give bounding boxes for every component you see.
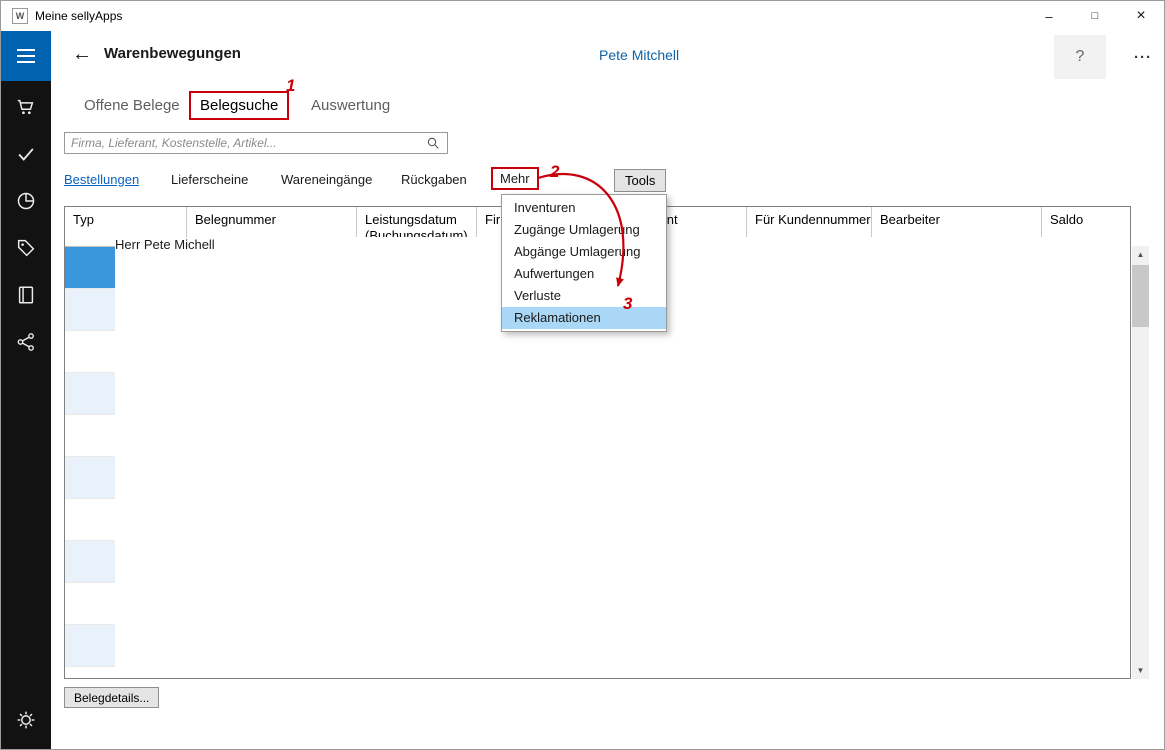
- minimize-button[interactable]: –: [1026, 1, 1072, 31]
- minimize-icon: –: [1045, 9, 1052, 24]
- hamburger-menu-button[interactable]: [1, 31, 51, 81]
- page-title: Warenbewegungen: [104, 45, 241, 62]
- sidebar-item-checkmark[interactable]: [1, 130, 51, 177]
- filter-tab[interactable]: Bestellungen: [64, 172, 139, 187]
- tab[interactable]: Offene Belege: [84, 97, 180, 114]
- close-icon: ×: [1136, 7, 1145, 25]
- price-tag-icon: [15, 237, 37, 259]
- document-type-filter-row: Bestellungen Lieferscheine Wareneingänge…: [51, 169, 1164, 197]
- help-button[interactable]: ?: [1054, 35, 1106, 79]
- cart-icon: [15, 96, 37, 118]
- maximize-button[interactable]: □: [1072, 1, 1118, 31]
- network-icon: [15, 331, 37, 353]
- table-row[interactable]: Bestellung 22188838 lt. Lieferrhythmus s…: [65, 667, 1130, 679]
- titlebar: W Meine sellyApps – □ ×: [1, 1, 1164, 31]
- app-icon: W: [12, 8, 28, 24]
- filter-tab[interactable]: Wareneingänge: [281, 172, 372, 187]
- search-icon[interactable]: [425, 135, 443, 153]
- tab[interactable]: Auswertung: [311, 97, 390, 114]
- menu-item[interactable]: Aufwertungen: [502, 263, 666, 285]
- more-options-button[interactable]: ···: [1119, 35, 1165, 79]
- tools-button[interactable]: Tools: [614, 169, 666, 192]
- filter-tab[interactable]: Rückgaben: [401, 172, 467, 187]
- menu-item[interactable]: Zugänge Umlagerung: [502, 219, 666, 241]
- book-icon: [15, 284, 37, 306]
- annotation-step-2: 2: [550, 162, 559, 182]
- menu-item[interactable]: Verluste: [502, 285, 666, 307]
- main-content: ← Warenbewegungen Pete Mitchell ? ··· Of…: [51, 31, 1164, 749]
- close-button[interactable]: ×: [1118, 1, 1164, 31]
- scroll-up-button[interactable]: ▲: [1132, 246, 1149, 263]
- scroll-down-button[interactable]: ▼: [1132, 662, 1149, 679]
- maximize-icon: □: [1092, 10, 1099, 22]
- annotation-step-1: 1: [286, 76, 295, 96]
- sidebar-item-price-tag[interactable]: [1, 224, 51, 271]
- vertical-scrollbar[interactable]: ▲ ▼: [1132, 246, 1149, 679]
- tab[interactable]: Belegsuche: [189, 91, 289, 120]
- window-title: Meine sellyApps: [35, 1, 122, 31]
- mehr-dropdown-menu: Inventuren Zugänge Umlagerung Abgänge Um…: [501, 194, 667, 332]
- sidebar-item-network[interactable]: [1, 318, 51, 365]
- window-controls: – □ ×: [1026, 1, 1164, 31]
- hamburger-icon: [17, 49, 35, 51]
- sidebar-item-cart[interactable]: [1, 83, 51, 130]
- sidebar-nav: [1, 83, 51, 365]
- filter-tab[interactable]: Mehr: [491, 167, 539, 190]
- search-input[interactable]: [64, 132, 448, 154]
- user-name[interactable]: Pete Mitchell: [599, 47, 679, 63]
- pie-chart-icon: [15, 190, 37, 212]
- filter-tab[interactable]: Lieferscheine: [171, 172, 248, 187]
- sidebar: [1, 31, 51, 749]
- menu-item[interactable]: Inventuren: [502, 197, 666, 219]
- sidebar-item-book[interactable]: [1, 271, 51, 318]
- cell-bearbeiter: Herr Pete Michell: [872, 667, 1042, 679]
- menu-item[interactable]: Abgänge Umlagerung: [502, 241, 666, 263]
- menu-item[interactable]: Reklamationen: [502, 307, 666, 329]
- annotation-step-3: 3: [623, 294, 632, 314]
- pivot-tabs: Offene Belege Belegsuche Auswertung: [51, 91, 1164, 125]
- sidebar-item-pie-chart[interactable]: [1, 177, 51, 224]
- gear-icon: [15, 709, 37, 731]
- scrollbar-thumb[interactable]: [1132, 265, 1149, 327]
- document-details-button[interactable]: Belegdetails...: [64, 687, 159, 708]
- checkmark-icon: [15, 143, 37, 165]
- sidebar-item-settings[interactable]: [1, 696, 51, 743]
- back-button[interactable]: ←: [67, 39, 97, 69]
